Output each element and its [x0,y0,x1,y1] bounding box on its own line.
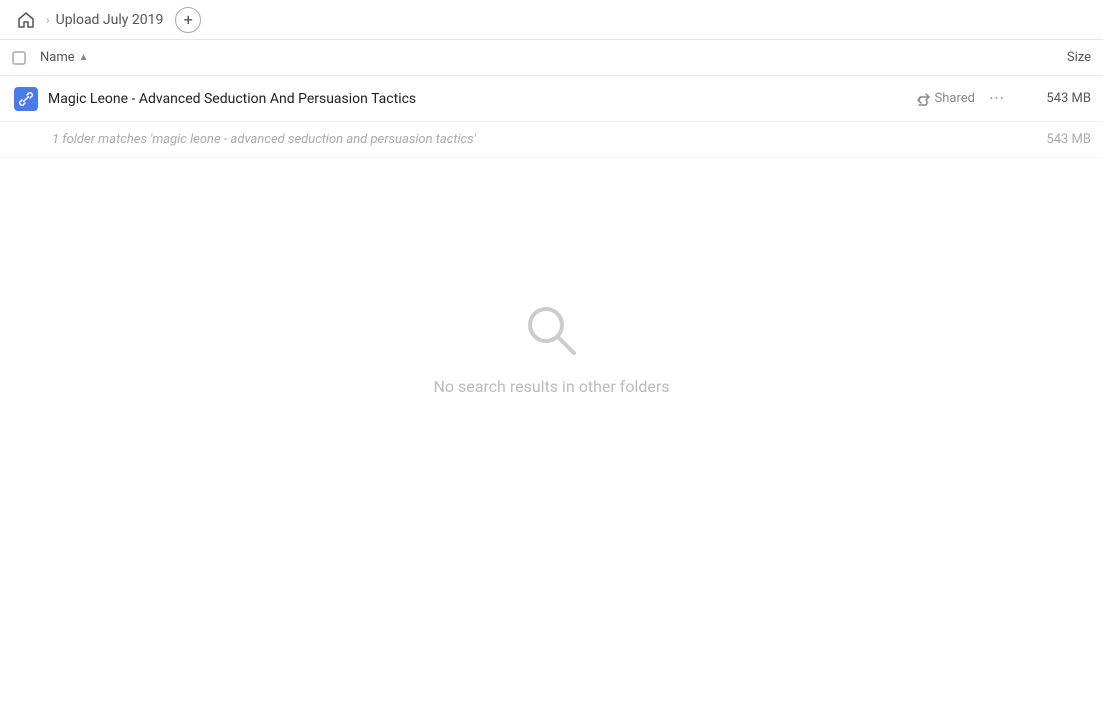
file-icon [14,87,38,111]
column-header-row: Name ▲ Size [0,40,1103,76]
file-title: Magic Leone - Advanced Seduction And Per… [48,91,416,107]
home-button[interactable] [12,6,40,34]
home-icon [18,12,34,28]
submatch-row: 1 folder matches 'magic leone - advanced… [0,122,1103,158]
breadcrumb-bar: › Upload July 2019 + [0,0,1103,40]
checkbox-icon [12,51,26,65]
submatch-text: 1 folder matches 'magic leone - advanced… [52,132,1011,147]
add-icon: + [184,10,193,29]
breadcrumb-separator: › [46,13,50,27]
name-label: Name [40,50,75,65]
empty-state-message: No search results in other folders [433,377,669,396]
name-column-header[interactable]: Name ▲ [40,50,1011,65]
sort-arrow-icon: ▲ [79,52,89,63]
file-row[interactable]: Magic Leone - Advanced Seduction And Per… [0,76,1103,122]
empty-state: No search results in other folders [0,158,1103,538]
no-results-search-icon [522,301,582,361]
more-icon: ··· [989,89,1005,108]
empty-search-icon [522,301,582,361]
file-icon-wrapper [12,87,40,111]
file-name-column: Magic Leone - Advanced Seduction And Per… [40,91,917,107]
shared-label: Shared [935,91,975,106]
add-button[interactable]: + [175,7,201,33]
file-size: 543 MB [1011,91,1091,106]
shared-badge: Shared [917,91,975,106]
submatch-size: 543 MB [1011,132,1091,147]
more-options-button[interactable]: ··· [983,85,1011,113]
shared-link-icon [917,92,931,106]
size-column-header[interactable]: Size [1011,50,1091,65]
select-all-checkbox[interactable] [12,51,40,65]
link-file-icon [19,92,33,106]
breadcrumb-label[interactable]: Upload July 2019 [56,12,164,28]
file-actions: Shared ··· [917,85,1011,113]
size-label: Size [1067,50,1091,65]
